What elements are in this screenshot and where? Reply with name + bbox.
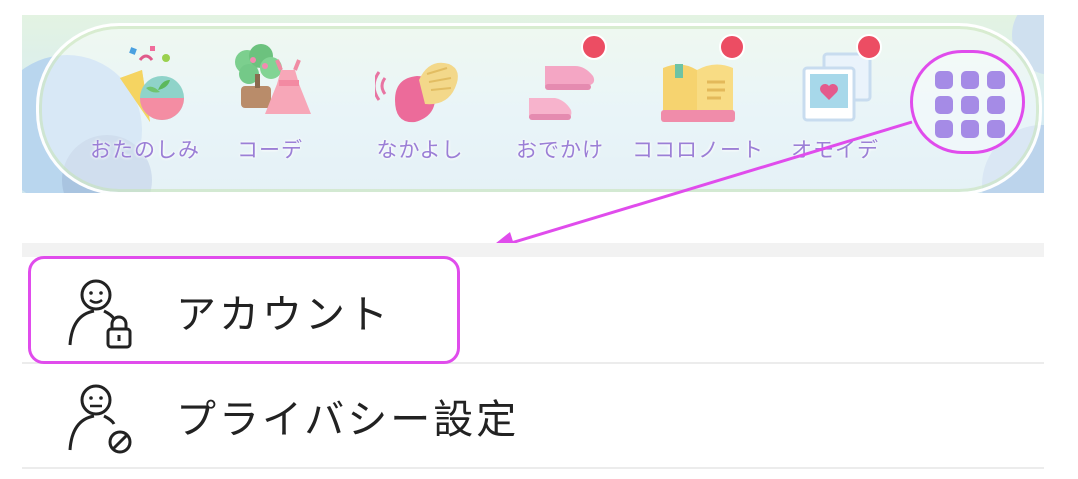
photo-album-icon: [790, 34, 882, 132]
nav-item-kokoronote[interactable]: ココロノート: [632, 34, 764, 170]
grid-menu-icon: [935, 71, 1005, 139]
settings-item-label: プライバシー設定: [176, 397, 520, 443]
party-cracker-icon: [100, 40, 190, 132]
nav-item-nakayoshi[interactable]: なかよし: [355, 40, 485, 170]
dress-icon: [225, 40, 315, 132]
nav-label: おたのしみ: [90, 138, 200, 162]
clapping-hands-icon: [372, 40, 465, 132]
settings-item-label: アカウント: [176, 292, 391, 338]
notification-badge: [856, 34, 882, 60]
notification-badge: [719, 34, 745, 60]
user-lock-icon: [58, 265, 150, 357]
section-divider: [22, 243, 1044, 257]
nav-label: コーデ: [237, 138, 303, 162]
nav-label: なかよし: [376, 138, 464, 162]
settings-item-account[interactable]: アカウント: [22, 260, 1044, 364]
nav-label: ココロノート: [632, 138, 764, 162]
notification-badge: [581, 34, 607, 60]
nav-label: オモイデ: [791, 138, 879, 162]
nav-label: おでかけ: [516, 138, 604, 162]
nav-item-kode[interactable]: コーデ: [205, 40, 335, 170]
user-block-icon: [58, 370, 150, 462]
nav-item-odekake[interactable]: おでかけ: [495, 34, 625, 170]
nav-item-omoide[interactable]: オモイデ: [770, 34, 900, 170]
nav-item-otanoshimi[interactable]: おたのしみ: [80, 40, 210, 170]
settings-item-privacy[interactable]: プライバシー設定: [22, 365, 1044, 469]
notebook-icon: [653, 34, 745, 132]
grid-menu-button[interactable]: [910, 50, 1025, 154]
shoes-icon: [515, 34, 607, 132]
